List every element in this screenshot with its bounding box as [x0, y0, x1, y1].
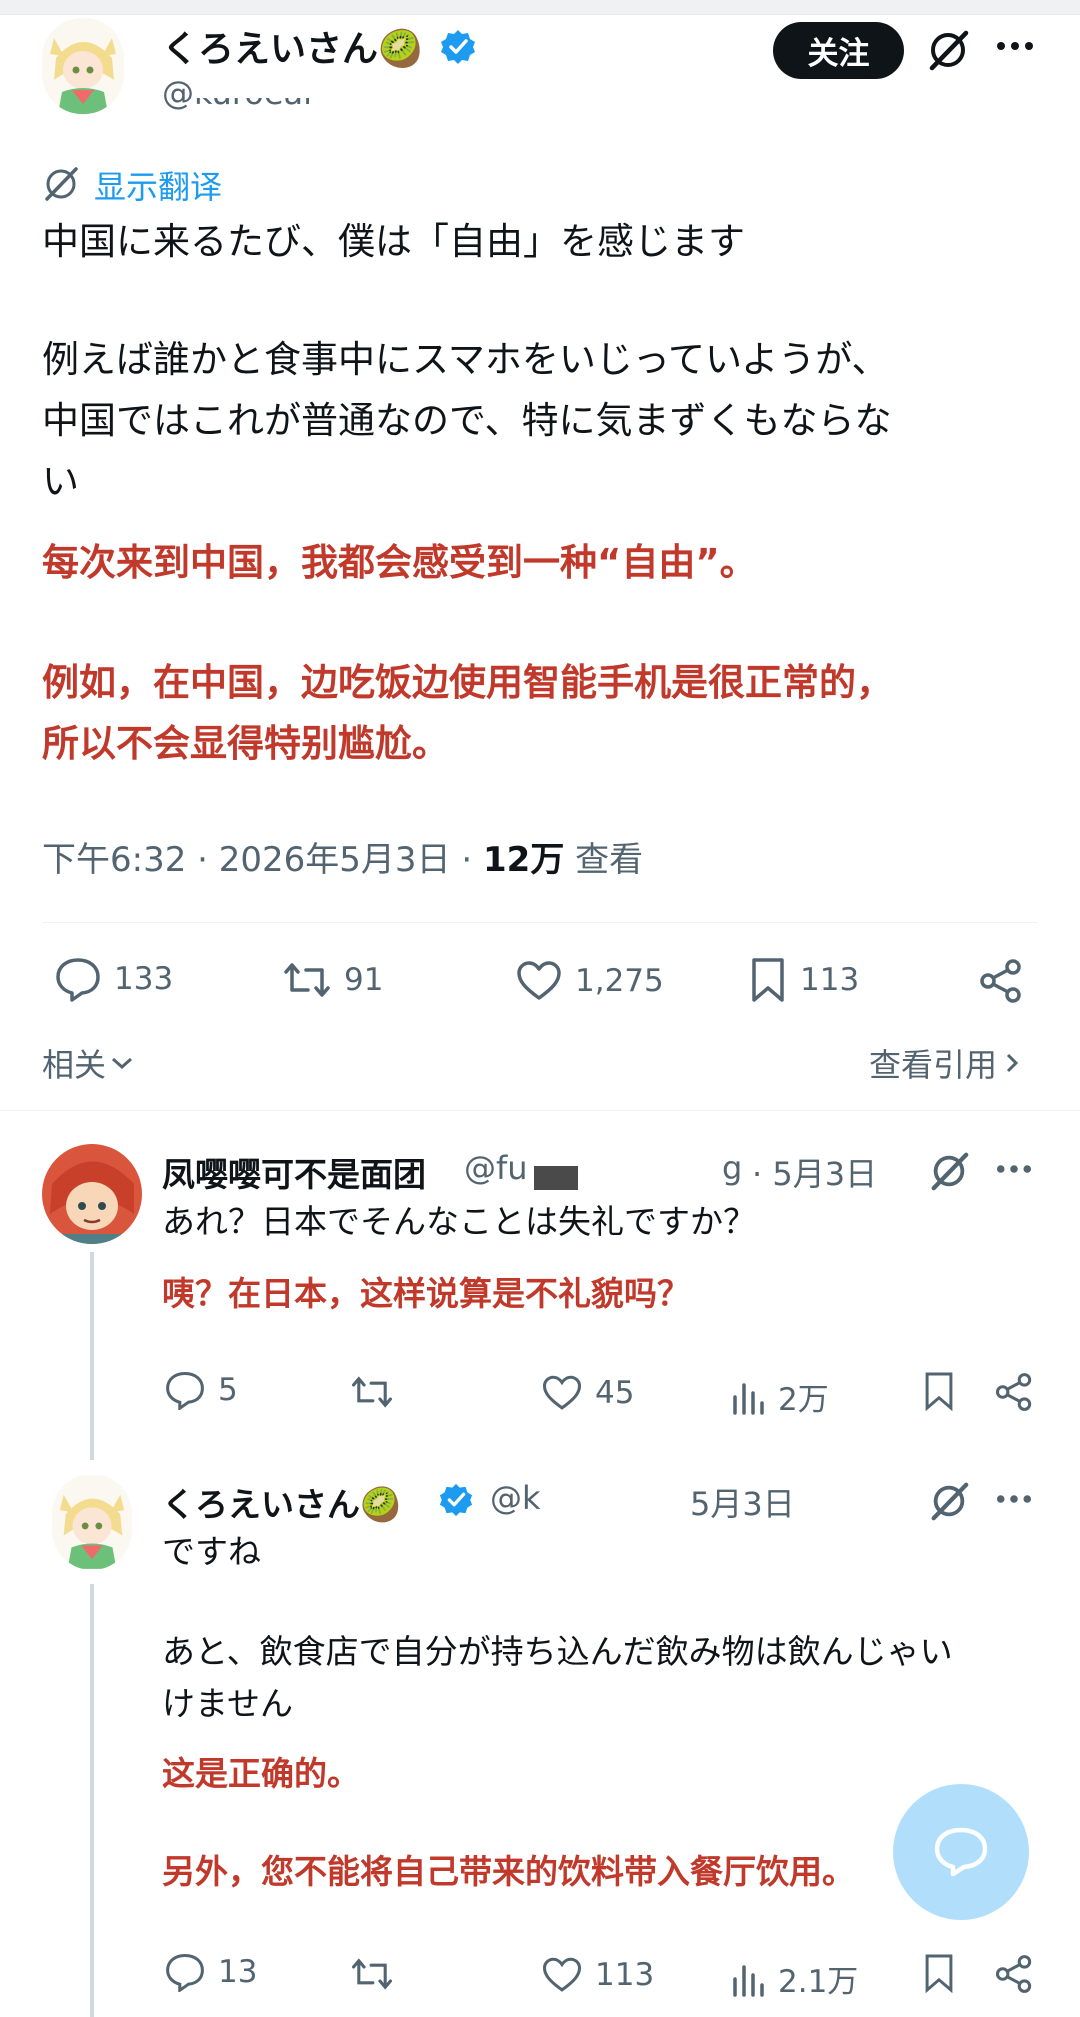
tweet-translation-1: 每次来到中国，我都会感受到一种“自由”。	[42, 541, 757, 584]
author-name[interactable]: くろえいさん🥝	[162, 20, 423, 72]
reply-text-ja-3: けません	[162, 1684, 294, 1723]
reply-button[interactable]: 13	[164, 1952, 257, 1992]
tweet-text-ja-1: 中国に来るたび、僕は「自由」を感じます	[42, 220, 745, 263]
avatar[interactable]	[42, 18, 124, 114]
bookmark-icon[interactable]	[922, 1952, 956, 1994]
like-button[interactable]: 1,275	[515, 960, 664, 1002]
like-count: 113	[595, 1957, 655, 1993]
divider	[42, 922, 1038, 923]
more-icon[interactable]	[996, 1493, 1032, 1505]
views-button[interactable]: 2.1万	[730, 1956, 858, 2001]
more-icon[interactable]	[996, 40, 1034, 52]
reply-date[interactable]: 5月3日	[690, 1479, 795, 1525]
bookmark-icon[interactable]	[922, 1370, 956, 1412]
retweet-button[interactable]: 91	[282, 960, 383, 1000]
chevron-down-icon	[112, 1057, 133, 1070]
views-button[interactable]: 2万	[730, 1374, 829, 1419]
reply-icon	[56, 958, 100, 1002]
reply-icon	[166, 1953, 204, 1992]
related-dropdown[interactable]: 相关	[42, 1040, 134, 1086]
tweet-meta: 下午6:32 · 2026年5月3日 · 12万 查看	[42, 832, 643, 881]
heart-icon	[517, 961, 561, 1000]
tweet-views: 12万	[483, 840, 565, 880]
views-icon	[733, 1964, 764, 1997]
retweet-icon	[351, 1376, 393, 1408]
handle-redaction	[534, 1166, 578, 1190]
reply-author-name[interactable]: 凤嘤嘤可不是面团	[162, 1148, 426, 1196]
section-divider	[0, 1110, 1080, 1111]
quotes-label: 查看引用	[869, 1046, 998, 1084]
thread-line	[90, 1584, 94, 2017]
tweet-translation-3: 所以不会显得特别尴尬。	[42, 722, 449, 765]
views-label: 查看	[564, 840, 644, 880]
retweet-icon	[284, 963, 330, 997]
chevron-right-icon	[1006, 1053, 1019, 1073]
share-icon[interactable]	[994, 1372, 1034, 1412]
reply-button[interactable]: 133	[54, 956, 173, 1002]
reply-author-handle[interactable]: @fu	[464, 1149, 528, 1187]
grok-icon[interactable]	[928, 1480, 970, 1522]
retweet-icon	[351, 1958, 393, 1990]
reply-icon	[166, 1371, 204, 1410]
reply-count: 13	[218, 1954, 258, 1990]
reply-avatar[interactable]	[42, 1144, 142, 1244]
reply-avatar[interactable]	[52, 1474, 132, 1570]
tweet-translation-2: 例如，在中国，边吃饭边使用智能手机是很正常的，	[42, 661, 893, 704]
grok-icon[interactable]	[926, 28, 970, 72]
views-count: 2万	[778, 1382, 829, 1418]
reply-text-ja: あれ？日本でそんなことは失礼ですか？	[162, 1202, 756, 1241]
reply-date[interactable]: · 5月3日	[752, 1149, 877, 1195]
thread-line	[90, 1252, 94, 1460]
views-count: 2.1万	[778, 1964, 859, 2000]
tweet-time[interactable]: 下午6:32 · 2026年5月3日 ·	[42, 840, 483, 880]
share-icon[interactable]	[994, 1954, 1034, 1994]
handle-redaction	[192, 74, 352, 98]
reply-translation-1: 这是正确的。	[162, 1754, 360, 1793]
reply-count: 5	[218, 1372, 238, 1408]
retweet-count: 91	[344, 962, 384, 998]
reply-button[interactable]: 5	[164, 1370, 238, 1410]
reply-author-name[interactable]: くろえいさん🥝	[162, 1478, 401, 1526]
like-button[interactable]: 113	[541, 1956, 654, 1994]
chat-bubble-icon	[934, 1827, 988, 1877]
tweet-text-ja-3: 中国ではこれが普通なので、特に気まずくもならな	[42, 399, 892, 442]
reply-text-ja-2: あと、飲食店で自分が持ち込んだ飲み物は飲んじゃい	[162, 1632, 953, 1671]
related-label: 相关	[42, 1046, 107, 1084]
reply-translation: 咦？在日本，这样说算是不礼貌吗？	[162, 1274, 690, 1313]
verified-icon	[439, 28, 477, 66]
bookmark-count: 113	[800, 962, 860, 998]
reply-count: 133	[114, 961, 174, 997]
view-quotes-link[interactable]: 查看引用	[869, 1040, 1019, 1086]
like-button[interactable]: 45	[541, 1374, 634, 1412]
reply-author-handle[interactable]: @k	[490, 1479, 541, 1517]
heart-icon	[542, 1957, 582, 1992]
like-count: 45	[595, 1375, 635, 1411]
retweet-button[interactable]	[350, 1956, 394, 1992]
retweet-button[interactable]	[350, 1374, 394, 1410]
translate-icon[interactable]	[42, 165, 80, 203]
bookmark-icon	[752, 958, 784, 1002]
grok-icon[interactable]	[928, 1150, 970, 1192]
verified-icon	[438, 1482, 474, 1518]
follow-button[interactable]: 关注	[773, 22, 904, 79]
views-icon	[733, 1382, 764, 1415]
tweet-text-ja-2: 例えば誰かと食事中にスマホをいじっていようが、	[42, 338, 889, 381]
reply-text-ja-1: ですね	[162, 1532, 261, 1571]
more-icon[interactable]	[996, 1163, 1032, 1175]
share-icon[interactable]	[978, 958, 1024, 1004]
reply-handle-tail: g	[722, 1149, 743, 1187]
tweet-text-ja-4: い	[42, 460, 79, 503]
translate-link[interactable]: 显示翻译	[94, 162, 222, 208]
top-bar	[0, 0, 1080, 15]
heart-icon	[542, 1375, 582, 1410]
compose-button[interactable]	[893, 1784, 1029, 1920]
like-count: 1,275	[575, 963, 664, 999]
bookmark-button[interactable]: 113	[748, 956, 859, 1004]
